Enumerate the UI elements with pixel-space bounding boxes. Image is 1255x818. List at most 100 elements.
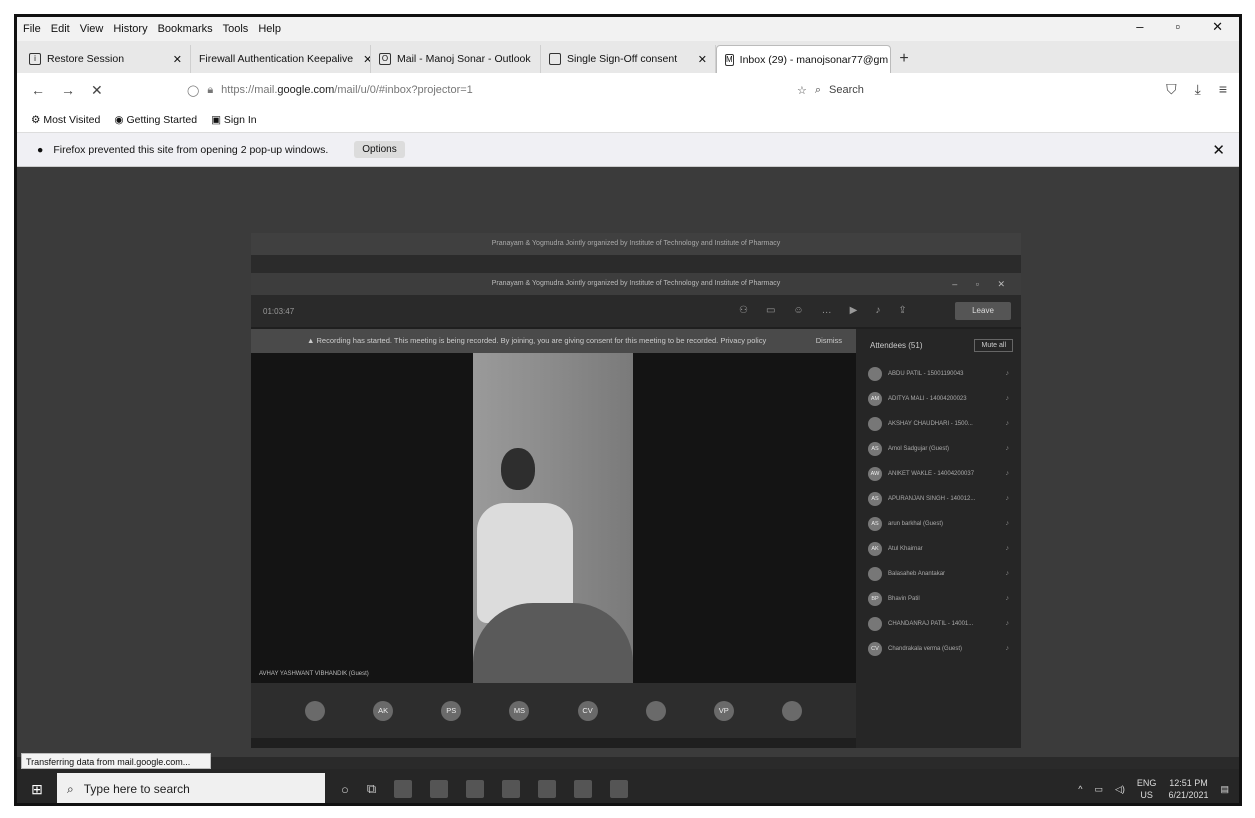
status-bar: Transferring data from mail.google.com..… <box>21 753 211 769</box>
menu-help[interactable]: Help <box>258 23 281 35</box>
page-icon <box>549 53 561 65</box>
attendee-row[interactable]: CHANDANRAJ PATIL - 14001... ♪ <box>856 611 1021 636</box>
bookmark-most-visited[interactable]: ⚙ Most Visited <box>31 114 100 126</box>
more-icon[interactable]: … <box>822 305 832 316</box>
reactions-icon[interactable]: ☺ <box>793 305 803 316</box>
tab-firewall[interactable]: Firewall Authentication Keepalive ✕ <box>191 45 371 73</box>
new-tab-button[interactable]: + <box>891 45 917 73</box>
close-notification-icon[interactable]: ✕ <box>1212 141 1225 159</box>
camera-icon[interactable]: ▶ <box>850 305 858 316</box>
menu-file[interactable]: File <box>23 23 41 35</box>
attendee-row[interactable]: CV Chandrakala verma (Guest) ♪ <box>856 636 1021 661</box>
forward-icon[interactable]: → <box>61 82 75 98</box>
avatar[interactable]: CV <box>577 700 598 721</box>
file-explorer-icon[interactable] <box>430 780 449 798</box>
tray-chevron-icon[interactable]: ^ <box>1078 784 1082 794</box>
back-icon[interactable]: ← <box>31 82 45 98</box>
maximize-button[interactable]: ▫ <box>1175 19 1180 35</box>
notifications-icon[interactable]: ▤ <box>1220 784 1229 795</box>
attendee-row[interactable]: AS APURANJAN SINGH - 140012... ♪ <box>856 486 1021 511</box>
dismiss-button[interactable]: Dismiss <box>816 329 842 353</box>
download-icon[interactable]: ⤓ <box>1195 81 1201 98</box>
attendees-panel: Attendees (51) Mute all ABDU PATIL - 150… <box>856 329 1021 748</box>
volume-icon[interactable]: ◁) <box>1115 784 1125 795</box>
mute-all-button[interactable]: Mute all <box>974 338 1013 352</box>
meeting-tools: ⚇ ▭ ☺ … ▶ ♪ ⇪ <box>739 305 907 316</box>
tab-sso[interactable]: Single Sign-Off consent ✕ <box>541 45 716 73</box>
mail-icon[interactable] <box>466 780 485 798</box>
attendee-row[interactable]: AKSHAY CHAUDHARI - 1500... ♪ <box>856 411 1021 436</box>
search-bar[interactable]: ☆ ⌕ Search <box>797 78 1057 102</box>
menu-view[interactable]: View <box>80 23 104 35</box>
options-button[interactable]: Options <box>354 141 405 158</box>
tab-restore-session[interactable]: i Restore Session ✕ <box>21 45 191 73</box>
photos-icon[interactable] <box>610 780 629 798</box>
attendee-row[interactable]: AM ADITYA MALI - 14004200023 ♪ <box>856 386 1021 411</box>
clock[interactable]: 12:51 PM 6/21/2021 <box>1168 777 1208 801</box>
attendee-row[interactable]: AW ANIKET WAKLE - 14004200037 ♪ <box>856 461 1021 486</box>
menu-edit[interactable]: Edit <box>51 23 70 35</box>
firefox-app-icon[interactable] <box>538 780 557 798</box>
leave-button[interactable]: Leave <box>955 302 1011 320</box>
attendee-row[interactable]: AK Atul Khairnar ♪ <box>856 536 1021 561</box>
mic-icon: ♪ <box>1005 645 1010 652</box>
close-tab-icon[interactable]: ✕ <box>688 53 707 66</box>
avatar[interactable] <box>305 700 326 721</box>
windows-start-icon[interactable]: ⊞ <box>17 769 57 803</box>
pocket-icon[interactable]: ⛉ <box>1166 81 1177 98</box>
tab-label: Mail - Manoj Sonar - Outlook <box>397 53 531 65</box>
url-bar[interactable]: ◯ 🔒︎ https://mail.google.com/mail/u/0/#i… <box>187 78 767 102</box>
bookmark-sign-in[interactable]: ▣ Sign In <box>211 114 257 126</box>
attendee-row[interactable]: Balasaheb Anantakar ♪ <box>856 561 1021 586</box>
close-tab-icon[interactable]: ✕ <box>353 53 370 66</box>
avatar[interactable]: VP <box>713 700 734 721</box>
attendee-row[interactable]: ABDU PATIL - 15001190043 ♪ <box>856 361 1021 386</box>
menu-tools[interactable]: Tools <box>223 23 249 35</box>
menu-icon[interactable]: ≡ <box>1219 81 1227 98</box>
person-head <box>501 448 535 490</box>
close-window-button[interactable]: ✕ <box>1212 19 1223 35</box>
outlook-app-icon[interactable] <box>502 780 521 798</box>
search-icon: ⌕ <box>67 781 74 796</box>
teams-window-controls[interactable]: – ▫ ✕ <box>952 273 1013 295</box>
tab-gmail-inbox[interactable]: M Inbox (29) - manojsonar77@gm ✕ <box>716 45 891 73</box>
toolbar-icons: ⛉ ⤓ ≡ <box>1166 81 1227 98</box>
menu-history[interactable]: History <box>113 23 147 35</box>
taskbar-search-box[interactable]: ⌕ Type here to search <box>57 773 325 803</box>
avatar[interactable]: PS <box>441 700 462 721</box>
participants-icon[interactable]: ⚇ <box>739 305 748 316</box>
language-indicator[interactable]: ENG US <box>1137 777 1157 801</box>
avatar[interactable] <box>781 700 802 721</box>
mic-icon: ♪ <box>1005 620 1010 627</box>
popup-blocked-notification: ● Firefox prevented this site from openi… <box>17 133 1239 167</box>
tab-label: Firewall Authentication Keepalive <box>199 53 354 65</box>
attendee-row[interactable]: BP Bhavin Patil ♪ <box>856 586 1021 611</box>
mic-icon: ♪ <box>1005 445 1010 452</box>
cortana-icon[interactable]: ○ <box>341 782 349 797</box>
mic-icon: ♪ <box>1005 595 1010 602</box>
minimize-button[interactable]: – <box>1136 19 1143 35</box>
menu-bookmarks[interactable]: Bookmarks <box>158 23 213 35</box>
share-icon[interactable]: ⇪ <box>898 305 906 316</box>
stop-icon[interactable]: ✕ <box>91 82 103 99</box>
shield-icon: ◯ <box>187 84 200 97</box>
bookmark-getting-started[interactable]: ◉ Getting Started <box>114 114 197 126</box>
tab-label: Inbox (29) - manojsonar77@gm <box>739 53 889 66</box>
avatar[interactable]: MS <box>509 700 530 721</box>
edge-icon[interactable] <box>394 780 413 798</box>
network-icon[interactable]: ▭ <box>1094 784 1103 795</box>
tab-outlook[interactable]: O Mail - Manoj Sonar - Outlook <box>371 45 541 73</box>
close-tab-icon[interactable]: ✕ <box>163 53 182 66</box>
avatar[interactable]: AK <box>373 700 394 721</box>
star-icon[interactable]: ☆ <box>797 84 807 97</box>
window-controls: – ▫ ✕ <box>1136 19 1233 35</box>
mic-icon[interactable]: ♪ <box>875 305 880 316</box>
attendee-row[interactable]: AS Amol Sadgujar (Guest) ♪ <box>856 436 1021 461</box>
avatar[interactable] <box>645 700 666 721</box>
participant-video <box>473 353 633 683</box>
chat-icon[interactable]: ▭ <box>766 305 775 316</box>
task-view-icon[interactable]: ⧉ <box>367 781 376 797</box>
teams-app-icon[interactable] <box>574 780 593 798</box>
teams-title: Pranayam & Yogmudra Jointly organized by… <box>491 280 781 287</box>
attendee-row[interactable]: AS arun barkhal (Guest) ♪ <box>856 511 1021 536</box>
